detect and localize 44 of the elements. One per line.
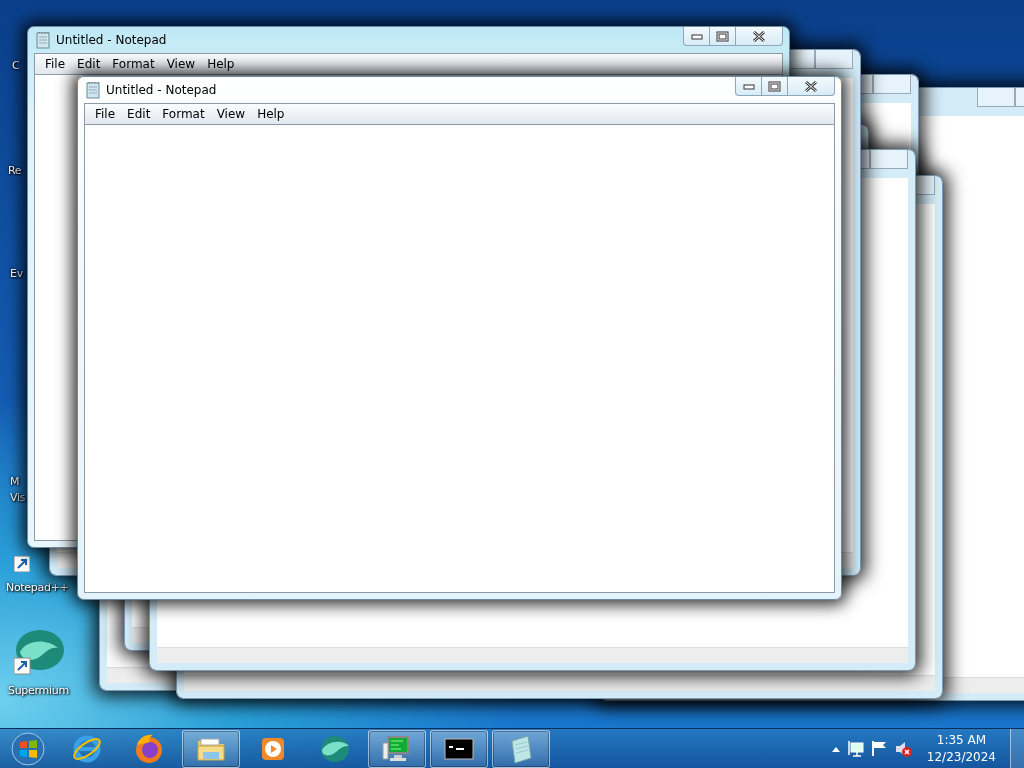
- icon-label: Ev: [10, 266, 23, 282]
- notepad-icon: [85, 81, 101, 99]
- shortcut-arrow-icon: [14, 556, 30, 572]
- close-button[interactable]: [788, 77, 835, 96]
- menu-item[interactable]: File: [89, 105, 122, 123]
- minimize-icon: [690, 32, 703, 40]
- menu-item[interactable]: File: [39, 55, 72, 73]
- taskbar-button[interactable]: [492, 729, 550, 768]
- icon-label: Supermium: [8, 683, 69, 699]
- browser-icon: [133, 732, 165, 765]
- taskbar-button[interactable]: [182, 729, 240, 768]
- menu-item[interactable]: Format: [106, 55, 161, 73]
- minimize-button[interactable]: [735, 77, 762, 96]
- network-icon: [847, 740, 864, 757]
- minimize-button[interactable]: [683, 27, 710, 46]
- clock-date[interactable]: 12/23/2024: [926, 748, 996, 766]
- maximize-button[interactable]: [710, 27, 736, 46]
- window-title: Untitled - Notepad: [56, 32, 167, 49]
- maximize-icon: [768, 80, 781, 92]
- taskbar-button[interactable]: [430, 729, 488, 768]
- menu-item[interactable]: Format: [156, 105, 211, 123]
- minimize-icon: [742, 82, 755, 90]
- maximize-icon: [716, 30, 729, 42]
- menu-item[interactable]: Help: [201, 55, 241, 73]
- window-title: Untitled - Notepad: [106, 82, 217, 99]
- menu-item[interactable]: Edit: [121, 105, 157, 123]
- flag-icon: [870, 740, 887, 757]
- icon-label: Notepad++: [6, 580, 69, 596]
- menu-item[interactable]: Help: [251, 105, 291, 123]
- close-button[interactable]: [736, 27, 783, 46]
- notepad-icon: [35, 31, 51, 49]
- icon-label: Re: [8, 163, 22, 179]
- menu-item[interactable]: View: [210, 105, 252, 123]
- icon-label: M Vis: [10, 474, 26, 506]
- menu-item[interactable]: View: [160, 55, 202, 73]
- taskbar-button[interactable]: [368, 729, 426, 768]
- close-icon: [752, 29, 766, 43]
- clock-time[interactable]: 1:35 AM: [936, 731, 987, 749]
- show-desktop-button[interactable]: [1010, 728, 1024, 768]
- browser-shortcut-icon: [14, 628, 66, 676]
- icon-label: C: [12, 58, 20, 74]
- maximize-button[interactable]: [762, 77, 788, 96]
- close-icon: [804, 79, 818, 93]
- menu-item[interactable]: Edit: [71, 55, 107, 73]
